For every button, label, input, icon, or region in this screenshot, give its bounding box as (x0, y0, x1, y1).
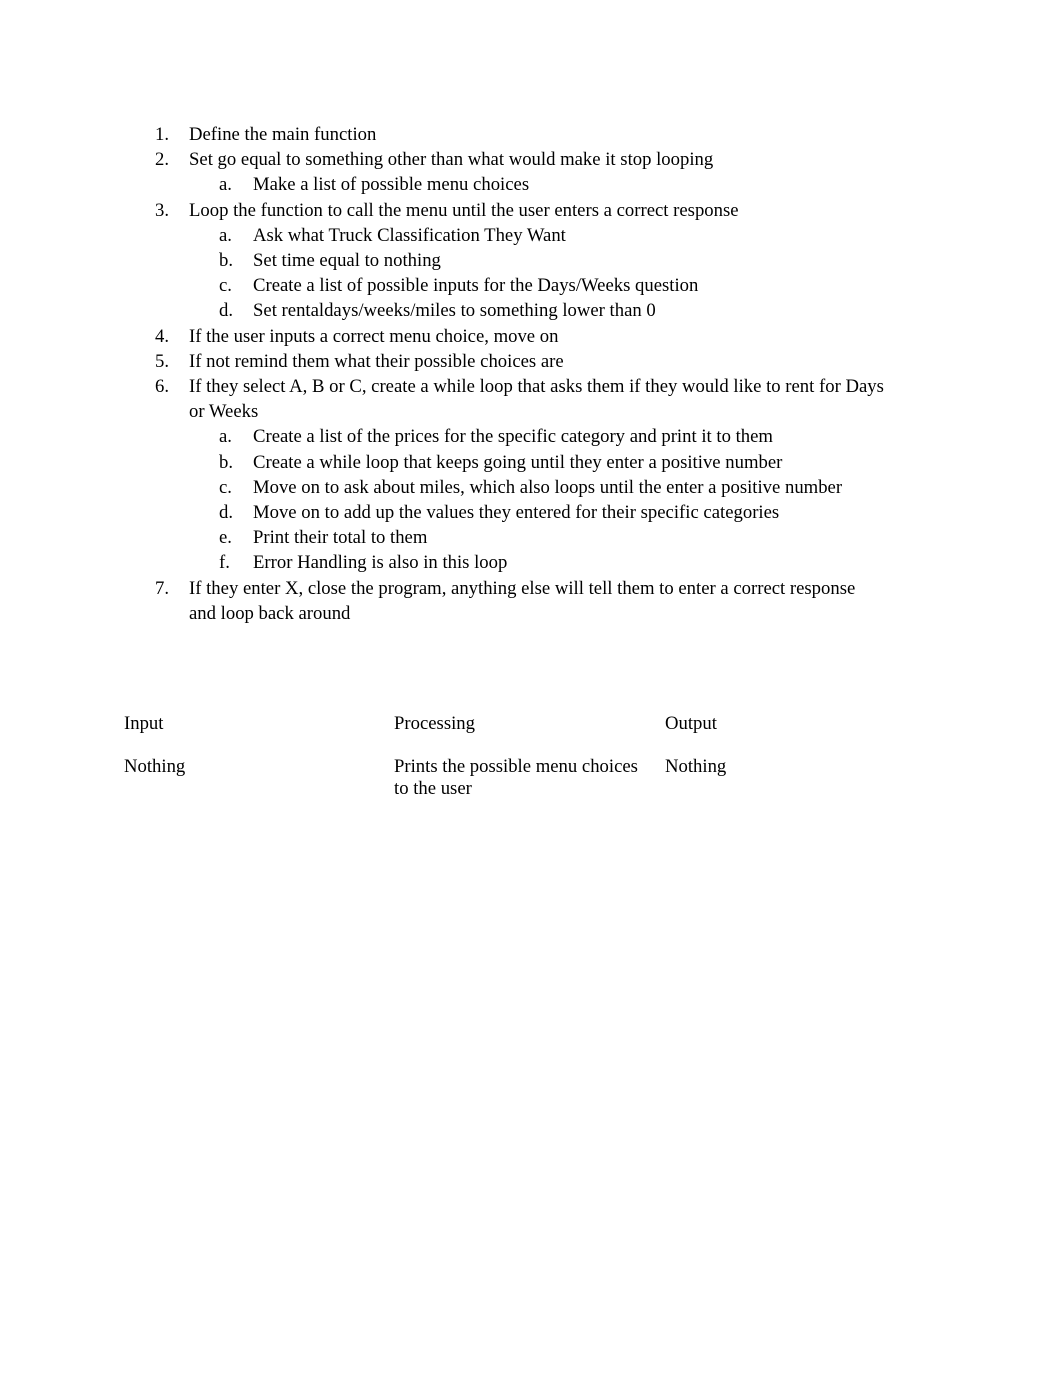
io-cell-output: Nothing (665, 756, 727, 777)
list-item: d. Set rentaldays/weeks/miles to somethin… (124, 298, 884, 323)
list-item: e. Print their total to them (124, 525, 884, 550)
list-item-label: Print their total to them (253, 527, 428, 549)
list-item-label: Set time equal to nothing (253, 250, 441, 272)
io-cell-processing: Prints the possible menu choices to the … (394, 756, 638, 800)
io-header-output: Output (665, 713, 717, 734)
list-item-marker: e. (219, 527, 232, 549)
list-item: c. Create a list of possible inputs for t… (124, 273, 884, 298)
list-item: b. Create a while loop that keeps going u… (124, 450, 884, 475)
list-item-label: Ask what Truck Classification They Want (253, 224, 566, 246)
io-cell-input: Nothing (124, 756, 186, 777)
list-item-marker: a. (219, 224, 232, 246)
list-item-marker: 4. (155, 325, 170, 347)
list-item: d. Move on to add up the values they ente… (124, 500, 884, 525)
list-item-marker: f. (219, 552, 230, 574)
list-item-marker: 7. (155, 577, 170, 599)
list-item: f. Error Handling is also in this loop (124, 550, 884, 575)
list-item: 2. Set go equal to something other than w… (124, 147, 884, 172)
list-item-label: Define the main function (189, 124, 377, 145)
list-item-label: If they enter X, close the program, anyt… (189, 577, 856, 624)
list-item-marker: c. (219, 275, 232, 297)
list-item-label: If the user inputs a correct menu choice… (189, 325, 559, 347)
io-table-row: Nothing Prints the possible menu choices… (124, 756, 924, 804)
list-item-marker: a. (219, 426, 232, 448)
list-item-label: Move on to add up the values they entere… (253, 502, 780, 524)
list-item-marker: b. (219, 451, 234, 473)
io-table: Input Processing Output Nothing Prints t… (124, 713, 924, 804)
list-item: a. Ask what Truck Classification They Wan… (124, 223, 884, 248)
list-item-label: Make a list of possible menu choices (253, 174, 530, 196)
list-item-marker: 1. (155, 124, 170, 145)
list-item-marker: c. (219, 476, 232, 498)
io-header-input: Input (124, 713, 164, 734)
list-item-label: Set rentaldays/weeks/miles to something … (253, 300, 656, 322)
list-item: a. Create a list of the prices for the sp… (124, 424, 884, 449)
list-item-marker: 6. (155, 376, 170, 398)
list-item-marker: b. (219, 250, 234, 272)
list-item-label: Error Handling is also in this loop (253, 552, 508, 574)
list-item-marker: d. (219, 300, 234, 322)
list-item: 7. If they enter X, close the program, an… (124, 576, 884, 626)
list-item: 6. If they select A, B or C, create a whi… (124, 374, 884, 424)
list-item-marker: 3. (155, 199, 170, 221)
list-item-marker: d. (219, 502, 234, 524)
outline-list: 1. Define the main function 2. Set go equal… (124, 122, 884, 626)
list-item-label: Create a while loop that keeps going unt… (253, 451, 783, 473)
list-item: 5. If not remind them what their possible… (124, 349, 884, 374)
list-item-label: Set go equal to something other than wha… (189, 149, 714, 171)
list-item-label: Create a list of possible inputs for the… (253, 275, 699, 297)
list-item: a. Make a list of possible menu choices (124, 172, 884, 197)
list-item: 4. If the user inputs a correct menu choi… (124, 324, 884, 349)
list-item-label: If not remind them what their possible c… (189, 350, 564, 372)
list-item-label: Loop the function to call the menu until… (189, 199, 739, 221)
list-item: 1. Define the main function (124, 122, 884, 147)
document-page: 1. Define the main function 2. Set go equal… (0, 0, 1062, 1377)
list-item-marker: a. (219, 174, 232, 196)
list-item-label: If they select A, B or C, create a while… (189, 376, 884, 423)
io-header-processing: Processing (394, 713, 475, 734)
list-item-label: Create a list of the prices for the spec… (253, 426, 773, 448)
io-table-header-row: Input Processing Output (124, 713, 924, 737)
list-item-marker: 5. (155, 350, 170, 372)
list-item: 3. Loop the function to call the menu unt… (124, 198, 884, 223)
list-item: c. Move on to ask about miles, which also… (124, 475, 884, 500)
list-item-marker: 2. (155, 149, 170, 171)
list-item: b. Set time equal to nothing (124, 248, 884, 273)
list-item-label: Move on to ask about miles, which also l… (253, 476, 843, 498)
